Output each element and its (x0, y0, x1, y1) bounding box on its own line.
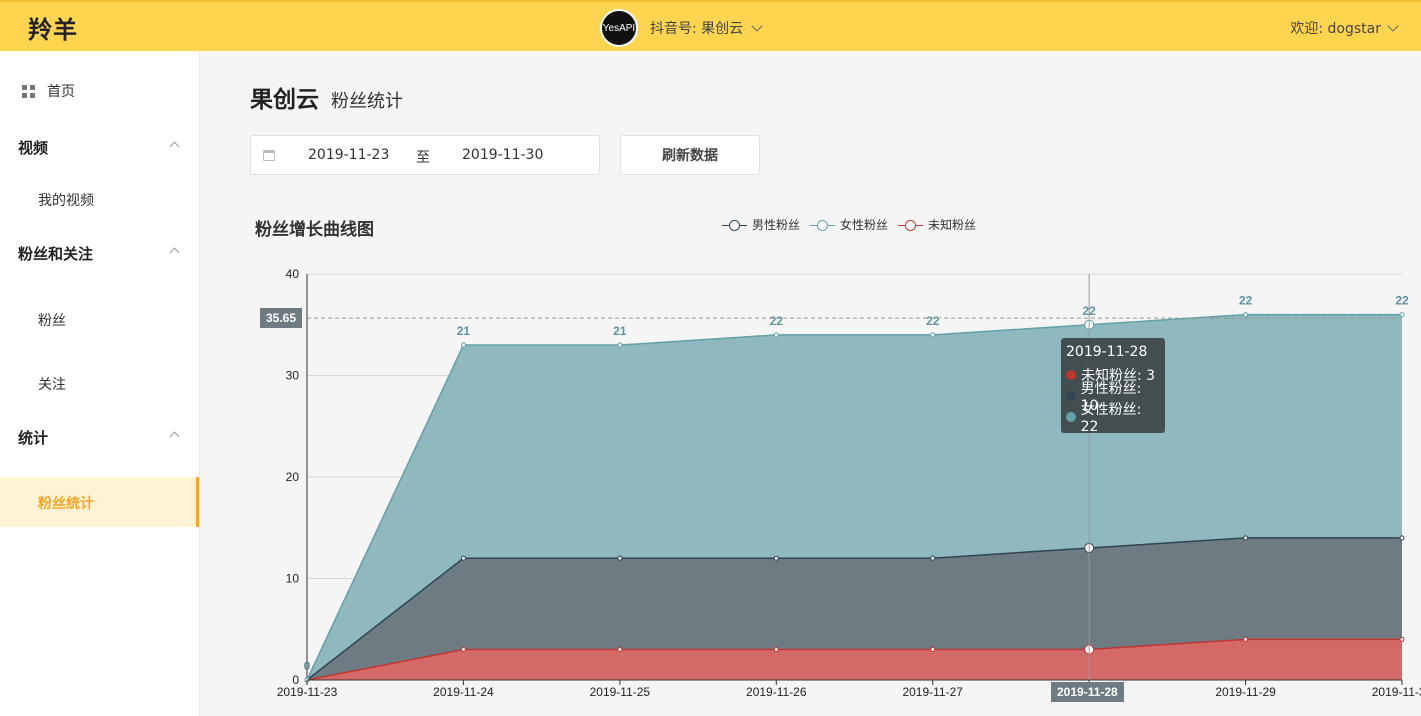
chevron-up-icon (169, 247, 180, 258)
page-title-main: 果创云 (250, 87, 319, 113)
x-tick-label: 2019-11-25 (590, 685, 651, 699)
data-point[interactable] (773, 555, 779, 561)
sidebar-group-stats[interactable]: 统计 (18, 427, 180, 448)
y-tick-label: 20 (286, 470, 300, 484)
data-point[interactable] (1243, 636, 1249, 642)
data-label: 22 (1395, 294, 1409, 308)
avatar[interactable]: YesAPI (600, 9, 638, 47)
data-point[interactable] (617, 342, 623, 348)
sidebar-group-video[interactable]: 视频 (18, 137, 180, 158)
series-dot-icon (1066, 411, 1076, 422)
page-title: 果创云 粉丝统计 (250, 80, 403, 114)
series-dot-icon (1066, 390, 1076, 401)
data-label: 22 (926, 314, 940, 328)
data-point[interactable] (460, 342, 466, 348)
x-tick-label: 2019-11-27 (902, 685, 963, 699)
data-point[interactable] (617, 555, 623, 561)
refresh-data-button[interactable]: 刷新数据 (620, 135, 760, 175)
page-subtitle: 粉丝统计 (331, 91, 403, 112)
user-menu[interactable]: 欢迎: dogstar (1290, 18, 1399, 38)
chevron-up-icon (169, 141, 180, 152)
y-tick-label: 10 (286, 572, 300, 586)
sidebar-group-label: 粉丝和关注 (18, 245, 94, 263)
tooltip-row: 女性粉丝: 22 (1066, 402, 1160, 435)
legend-marker (722, 218, 747, 232)
top-bar: 羚羊 YesAPI 抖音号: 果创云 欢迎: dogstar (0, 0, 1421, 51)
chevron-up-icon (169, 431, 180, 442)
legend-item-male[interactable]: 男性粉丝 (722, 216, 800, 233)
start-date-input[interactable]: 2019-11-23 (308, 147, 389, 163)
data-label: 21 (457, 324, 471, 338)
data-point[interactable] (930, 555, 936, 561)
account-switcher[interactable]: YesAPI 抖音号: 果创云 (600, 9, 763, 47)
chevron-down-icon[interactable] (751, 19, 763, 32)
fans-growth-chart[interactable]: 010203040021 2122 222222 222019-11-23 2019-1… (0, 0, 1421, 716)
end-date-input[interactable]: 2019-11-30 (462, 147, 543, 163)
x-tick-label: 2019-11-30 (1372, 685, 1421, 699)
sidebar-item-fans[interactable]: 粉丝 (38, 310, 237, 330)
legend-label: 未知粉丝 (928, 218, 977, 232)
sidebar-item-following[interactable]: 关注 (38, 374, 237, 394)
legend-label: 女性粉丝 (840, 218, 889, 232)
x-tick-label: 2019-11-24 (433, 685, 494, 699)
data-point[interactable] (1243, 312, 1249, 318)
data-point[interactable] (1399, 636, 1405, 642)
data-point[interactable] (930, 647, 936, 653)
data-point[interactable] (1399, 535, 1405, 541)
data-label: 22 (1239, 294, 1253, 308)
data-point[interactable] (773, 647, 779, 653)
legend-item-female[interactable]: 女性粉丝 (810, 216, 888, 233)
legend-item-unknown[interactable]: 未知粉丝 (898, 216, 976, 233)
legend-marker (898, 218, 924, 232)
sidebar-item-label: 首页 (47, 84, 75, 100)
tooltip-date: 2019-11-28 (1066, 344, 1148, 360)
y-tick-label: 40 (286, 267, 300, 281)
dashboard-icon (22, 84, 35, 98)
welcome-text: 欢迎: dogstar (1290, 21, 1381, 37)
data-point[interactable] (460, 555, 466, 561)
data-point[interactable] (460, 647, 466, 653)
sidebar-group-label: 统计 (18, 429, 49, 447)
chart-legend: 男性粉丝 女性粉丝 未知粉丝 (722, 216, 986, 233)
data-label: 21 (613, 324, 627, 338)
sidebar: 首页 视频 我的视频 粉丝和关注 粉丝 关注 统计 粉丝统计 (0, 51, 200, 716)
tooltip-row-label: 女性粉丝: 22 (1080, 401, 1142, 435)
data-point[interactable] (1399, 312, 1405, 318)
data-point[interactable] (1243, 535, 1249, 541)
sidebar-group-fans-follow[interactable]: 粉丝和关注 (18, 243, 180, 264)
chart-tooltip: 2019-11-28 未知粉丝: 3 男性粉丝: 10 女性粉丝: 22 (1061, 338, 1165, 435)
date-range-picker[interactable]: 2019-11-23 至 2019-11-30 (250, 135, 600, 175)
legend-marker (810, 218, 836, 232)
sidebar-item-label: 粉丝统计 (38, 496, 94, 512)
sidebar-item-my-videos[interactable]: 我的视频 (38, 190, 237, 210)
x-tick-label: 2019-11-26 (746, 685, 807, 699)
data-point[interactable] (617, 647, 623, 653)
sidebar-item-fan-stats[interactable]: 粉丝统计 (0, 477, 199, 527)
data-point[interactable] (930, 332, 936, 338)
y-tick-label: 30 (286, 369, 300, 383)
calendar-icon (263, 150, 275, 161)
data-label: 22 (770, 314, 784, 328)
date-range-separator: 至 (416, 150, 430, 166)
sidebar-item-home[interactable]: 首页 (22, 81, 221, 101)
x-tick-label: 2019-11-23 (277, 685, 338, 699)
chevron-down-icon[interactable] (1387, 19, 1399, 32)
crosshair-y-badge: 35.65 (260, 308, 303, 328)
sidebar-group-label: 视频 (18, 139, 49, 157)
data-point[interactable] (773, 332, 779, 338)
series-dot-icon (1066, 369, 1076, 380)
account-label: 抖音号: 果创云 (650, 21, 744, 37)
legend-label: 男性粉丝 (752, 218, 801, 232)
app-logo[interactable]: 羚羊 (28, 10, 78, 45)
crosshair-x-badge: 2019-11-28 (1051, 682, 1124, 702)
chart-title: 粉丝增长曲线图 (255, 220, 374, 240)
x-tick-label: 2019-11-29 (1215, 685, 1276, 699)
data-label: 0 (304, 659, 311, 673)
